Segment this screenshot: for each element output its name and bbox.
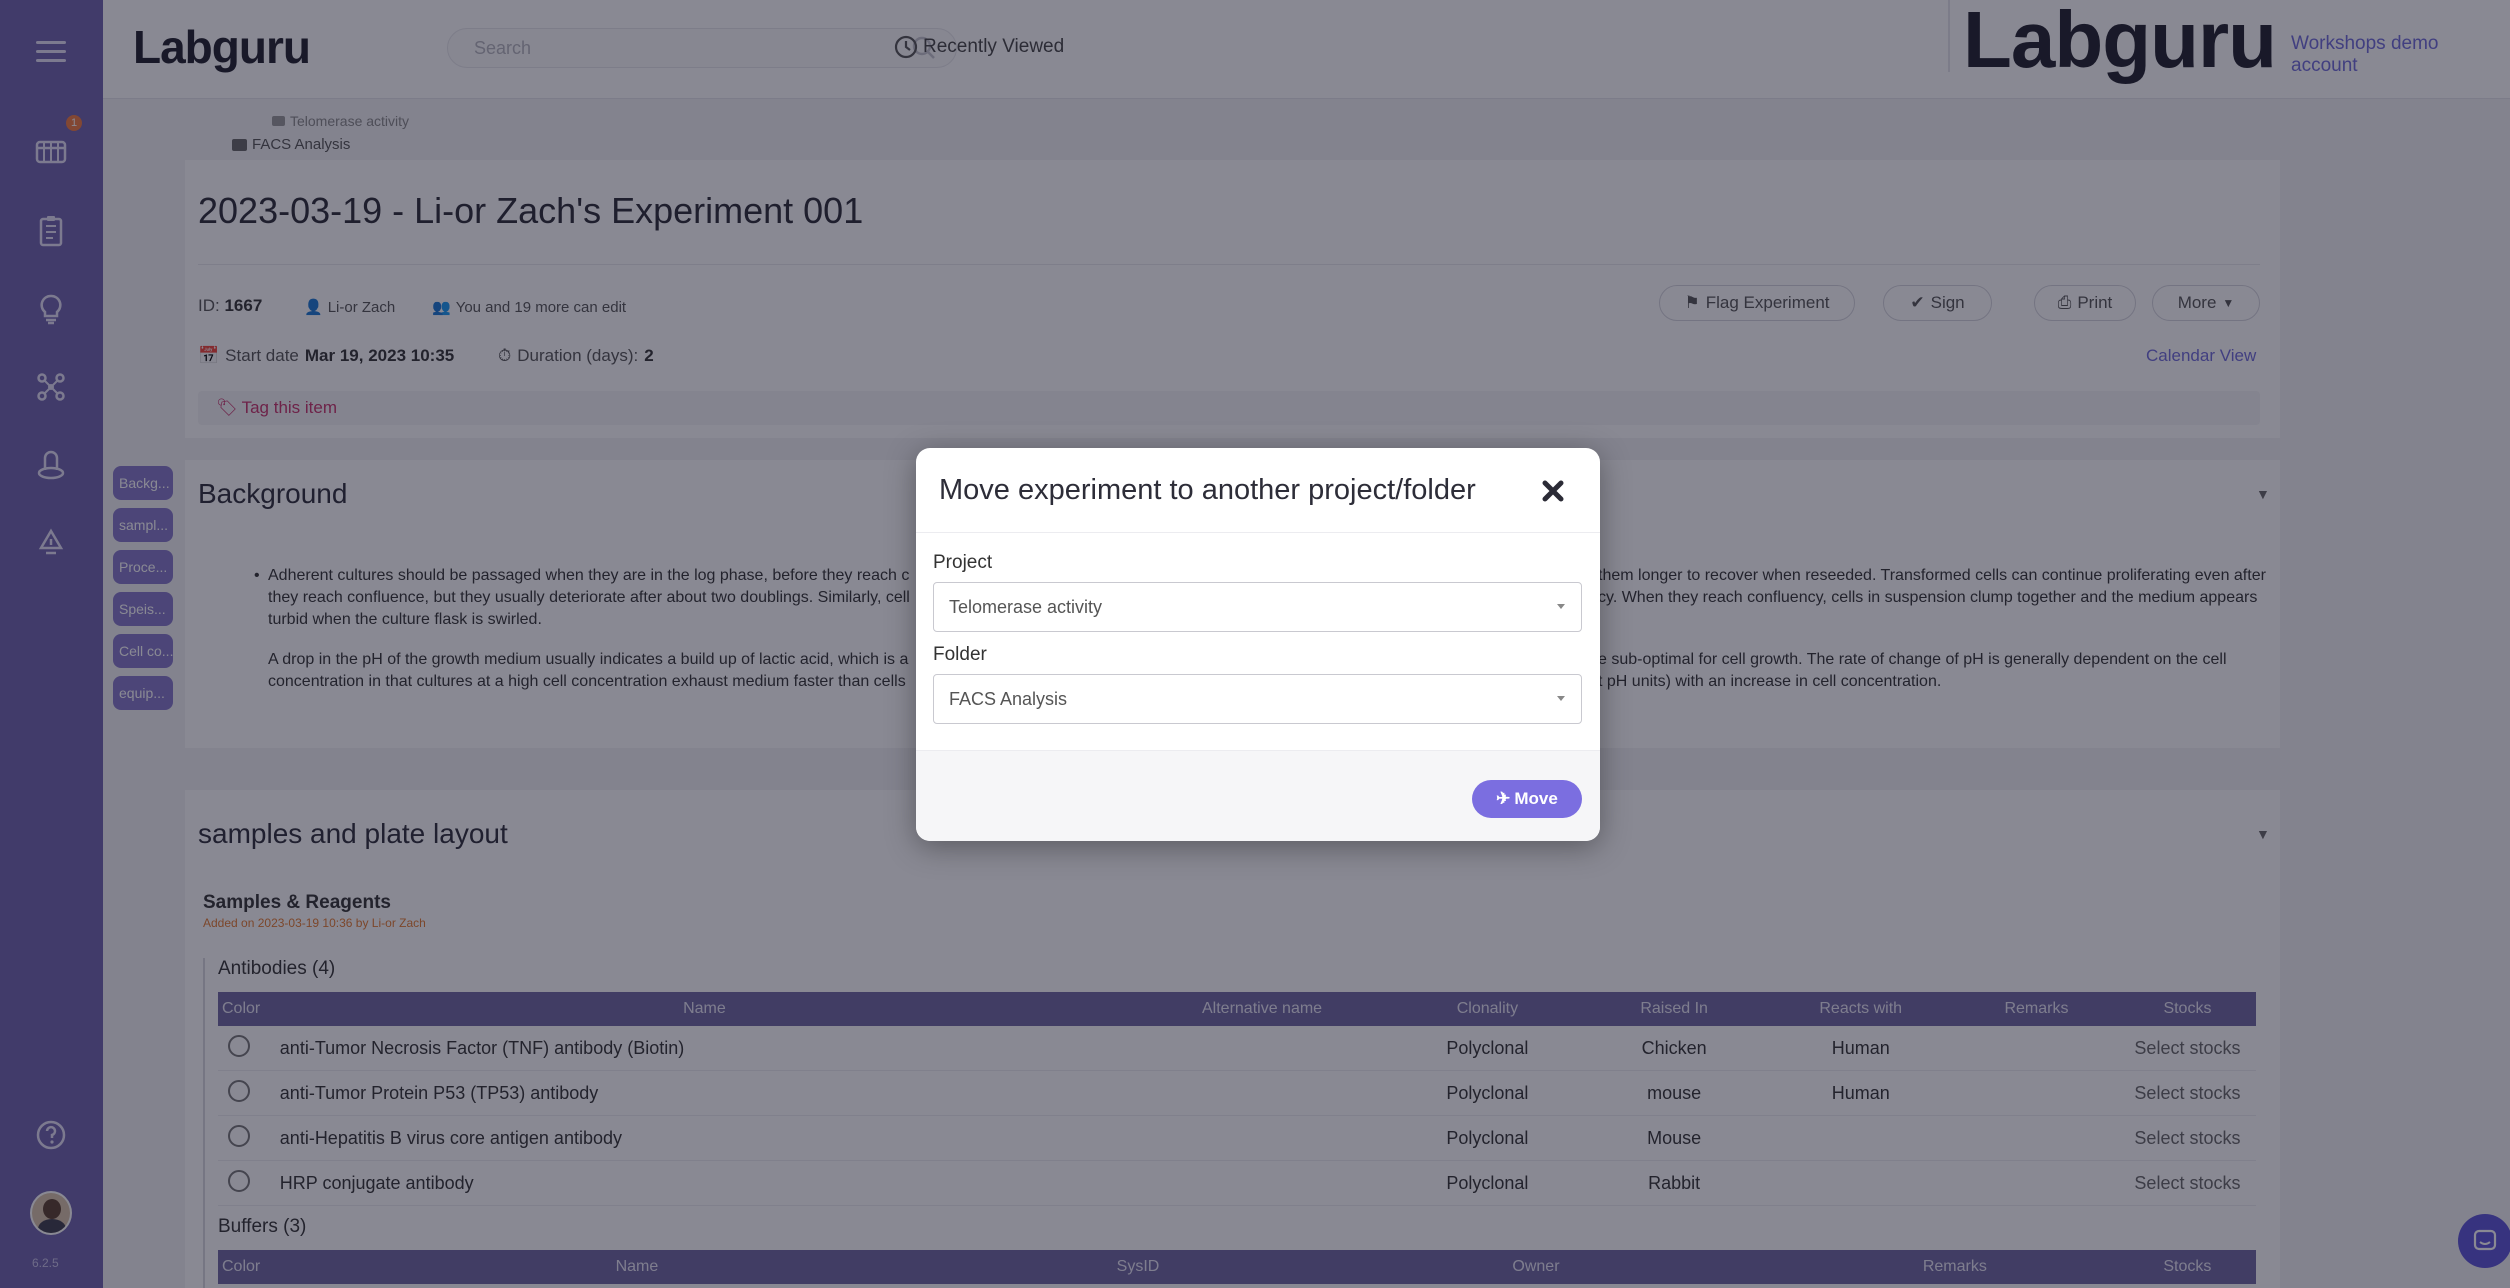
modal-header-divider	[916, 532, 1600, 533]
folder-select[interactable]: FACS Analysis	[933, 674, 1582, 724]
move-button[interactable]: ✈ Move	[1472, 780, 1582, 818]
close-icon[interactable]	[1538, 476, 1568, 506]
project-select[interactable]: Telomerase activity	[933, 582, 1582, 632]
plane-icon: ✈	[1496, 789, 1511, 808]
folder-label: Folder	[933, 644, 987, 665]
chevron-down-icon	[1557, 696, 1565, 701]
project-label: Project	[933, 552, 993, 573]
chevron-down-icon	[1557, 604, 1565, 609]
move-experiment-modal: Move experiment to another project/folde…	[916, 448, 1600, 841]
modal-title: Move experiment to another project/folde…	[939, 474, 1476, 506]
